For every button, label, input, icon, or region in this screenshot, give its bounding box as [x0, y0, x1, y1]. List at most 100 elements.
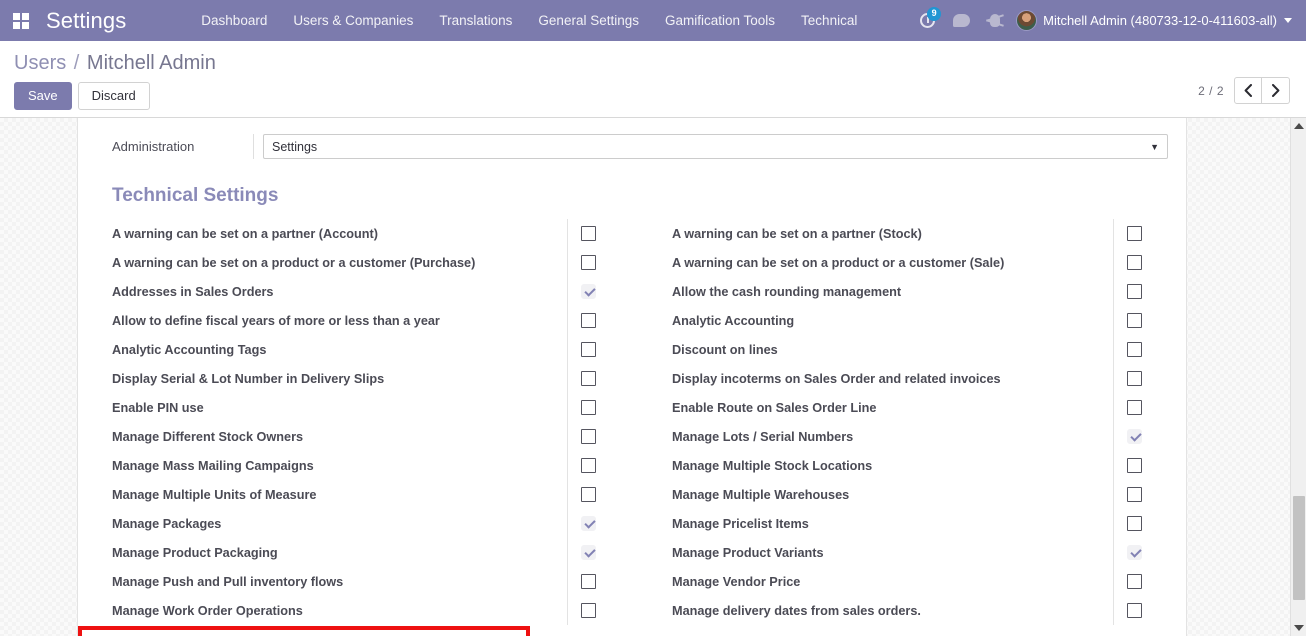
setting-row: A warning can be set on a partner (Stock…	[656, 219, 1160, 248]
setting-label: Display Serial & Lot Number in Delivery …	[112, 371, 385, 386]
setting-checkbox[interactable]	[581, 574, 596, 589]
setting-label: Manage Multiple Warehouses	[672, 487, 850, 502]
scrollbar-thumb[interactable]	[1293, 496, 1305, 600]
setting-row: Allow the cash rounding management	[656, 277, 1160, 306]
setting-checkbox-cell	[567, 480, 614, 509]
chevron-right-icon	[1271, 84, 1279, 97]
setting-checkbox[interactable]	[1127, 429, 1142, 444]
apps-grid-icon	[13, 12, 29, 29]
setting-label: Allow to define fiscal years of more or …	[112, 313, 440, 328]
vertical-scrollbar[interactable]	[1290, 118, 1306, 636]
setting-checkbox[interactable]	[1127, 371, 1142, 386]
administration-select[interactable]: Settings ▼	[263, 134, 1168, 159]
setting-checkbox[interactable]	[1127, 516, 1142, 531]
setting-checkbox[interactable]	[581, 313, 596, 328]
scroll-down-button[interactable]	[1291, 620, 1306, 636]
pager-next-button[interactable]	[1262, 77, 1290, 104]
setting-checkbox[interactable]	[581, 458, 596, 473]
setting-label: Manage Multiple Units of Measure	[112, 487, 317, 502]
setting-checkbox[interactable]	[1127, 487, 1142, 502]
setting-checkbox-cell	[567, 277, 614, 306]
breadcrumb-separator: /	[73, 52, 80, 74]
setting-label: A warning can be set on a partner (Stock…	[672, 226, 922, 241]
setting-label: Manage delivery dates from sales orders.	[672, 603, 921, 618]
administration-selected-value: Settings	[272, 139, 318, 154]
discard-button[interactable]: Discard	[77, 82, 150, 110]
setting-checkbox[interactable]	[1127, 400, 1142, 415]
setting-row: Manage delivery dates from sales orders.	[656, 596, 1160, 625]
scroll-down-arrow-icon	[1293, 625, 1304, 631]
form-action-buttons: Save Discard	[14, 82, 1292, 110]
setting-checkbox-cell	[1113, 219, 1160, 248]
apps-menu-button[interactable]	[0, 0, 42, 41]
setting-row: Addresses in Sales Orders	[96, 277, 614, 306]
setting-row: Display Serial & Lot Number in Delivery …	[96, 364, 614, 393]
setting-checkbox[interactable]	[1127, 458, 1142, 473]
setting-checkbox-cell	[1113, 277, 1160, 306]
user-menu-button[interactable]: Mitchell Admin (480733-12-0-411603-all)	[1012, 0, 1300, 41]
scroll-up-button[interactable]	[1291, 118, 1306, 134]
setting-label: Manage Mass Mailing Campaigns	[112, 458, 314, 473]
setting-label: Manage Lots / Serial Numbers	[672, 429, 854, 444]
setting-checkbox[interactable]	[1127, 226, 1142, 241]
setting-checkbox[interactable]	[581, 284, 596, 299]
save-button[interactable]: Save	[14, 82, 72, 110]
setting-checkbox-cell	[567, 567, 614, 596]
technical-settings-grid: A warning can be set on a partner (Accou…	[96, 219, 1168, 625]
bug-icon	[990, 14, 1001, 27]
setting-checkbox[interactable]	[581, 371, 596, 386]
setting-row: A warning can be set on a product or a c…	[656, 248, 1160, 277]
setting-checkbox[interactable]	[1127, 313, 1142, 328]
setting-row: Manage Work Order Operations	[96, 596, 614, 625]
activity-menu-button[interactable]: 9	[910, 0, 944, 41]
setting-checkbox[interactable]	[581, 226, 596, 241]
menu-item-translations[interactable]: Translations	[426, 0, 525, 41]
setting-checkbox[interactable]	[581, 516, 596, 531]
setting-checkbox-cell	[1113, 567, 1160, 596]
menu-item-gamification-tools[interactable]: Gamification Tools	[652, 0, 788, 41]
breadcrumb-item-current: Mitchell Admin	[86, 52, 216, 74]
setting-checkbox-cell	[1113, 248, 1160, 277]
setting-checkbox[interactable]	[1127, 545, 1142, 560]
setting-checkbox-cell	[567, 393, 614, 422]
setting-checkbox-cell	[1113, 509, 1160, 538]
menu-item-dashboard[interactable]: Dashboard	[188, 0, 280, 41]
messaging-menu-button[interactable]	[944, 0, 978, 41]
setting-label: A warning can be set on a product or a c…	[112, 255, 476, 270]
pager-previous-button[interactable]	[1234, 77, 1262, 104]
setting-checkbox[interactable]	[581, 487, 596, 502]
setting-checkbox[interactable]	[581, 342, 596, 357]
setting-checkbox[interactable]	[581, 429, 596, 444]
setting-checkbox[interactable]	[1127, 603, 1142, 618]
setting-checkbox[interactable]	[581, 603, 596, 618]
setting-checkbox[interactable]	[581, 400, 596, 415]
setting-label: Manage Vendor Price	[672, 574, 801, 589]
setting-label: Enable PIN use	[112, 400, 204, 415]
setting-row: Manage Packages	[96, 509, 614, 538]
setting-row: Manage Mass Mailing Campaigns	[96, 451, 614, 480]
setting-checkbox[interactable]	[1127, 284, 1142, 299]
setting-checkbox-cell	[567, 509, 614, 538]
menu-item-users-companies[interactable]: Users & Companies	[280, 0, 426, 41]
setting-checkbox-cell	[1113, 393, 1160, 422]
setting-label: Analytic Accounting	[672, 313, 795, 328]
setting-checkbox[interactable]	[581, 255, 596, 270]
setting-checkbox[interactable]	[1127, 574, 1142, 589]
setting-row: Manage Vendor Price	[656, 567, 1160, 596]
setting-checkbox-cell	[1113, 422, 1160, 451]
administration-label: Administration	[112, 139, 195, 154]
menu-item-technical[interactable]: Technical	[788, 0, 870, 41]
user-name-label: Mitchell Admin (480733-12-0-411603-all)	[1043, 13, 1277, 28]
debug-menu-button[interactable]	[978, 0, 1012, 41]
setting-checkbox[interactable]	[1127, 342, 1142, 357]
setting-row: Manage Multiple Units of Measure	[96, 480, 614, 509]
settings-right-column: A warning can be set on a partner (Stock…	[632, 219, 1168, 625]
setting-row: Manage Product Packaging	[96, 538, 614, 567]
menu-item-general-settings[interactable]: General Settings	[525, 0, 652, 41]
setting-checkbox-cell	[1113, 480, 1160, 509]
breadcrumb-item-users[interactable]: Users	[14, 52, 66, 74]
caret-down-icon: ▼	[1150, 141, 1159, 152]
setting-checkbox[interactable]	[581, 545, 596, 560]
setting-checkbox-cell	[1113, 335, 1160, 364]
setting-checkbox[interactable]	[1127, 255, 1142, 270]
